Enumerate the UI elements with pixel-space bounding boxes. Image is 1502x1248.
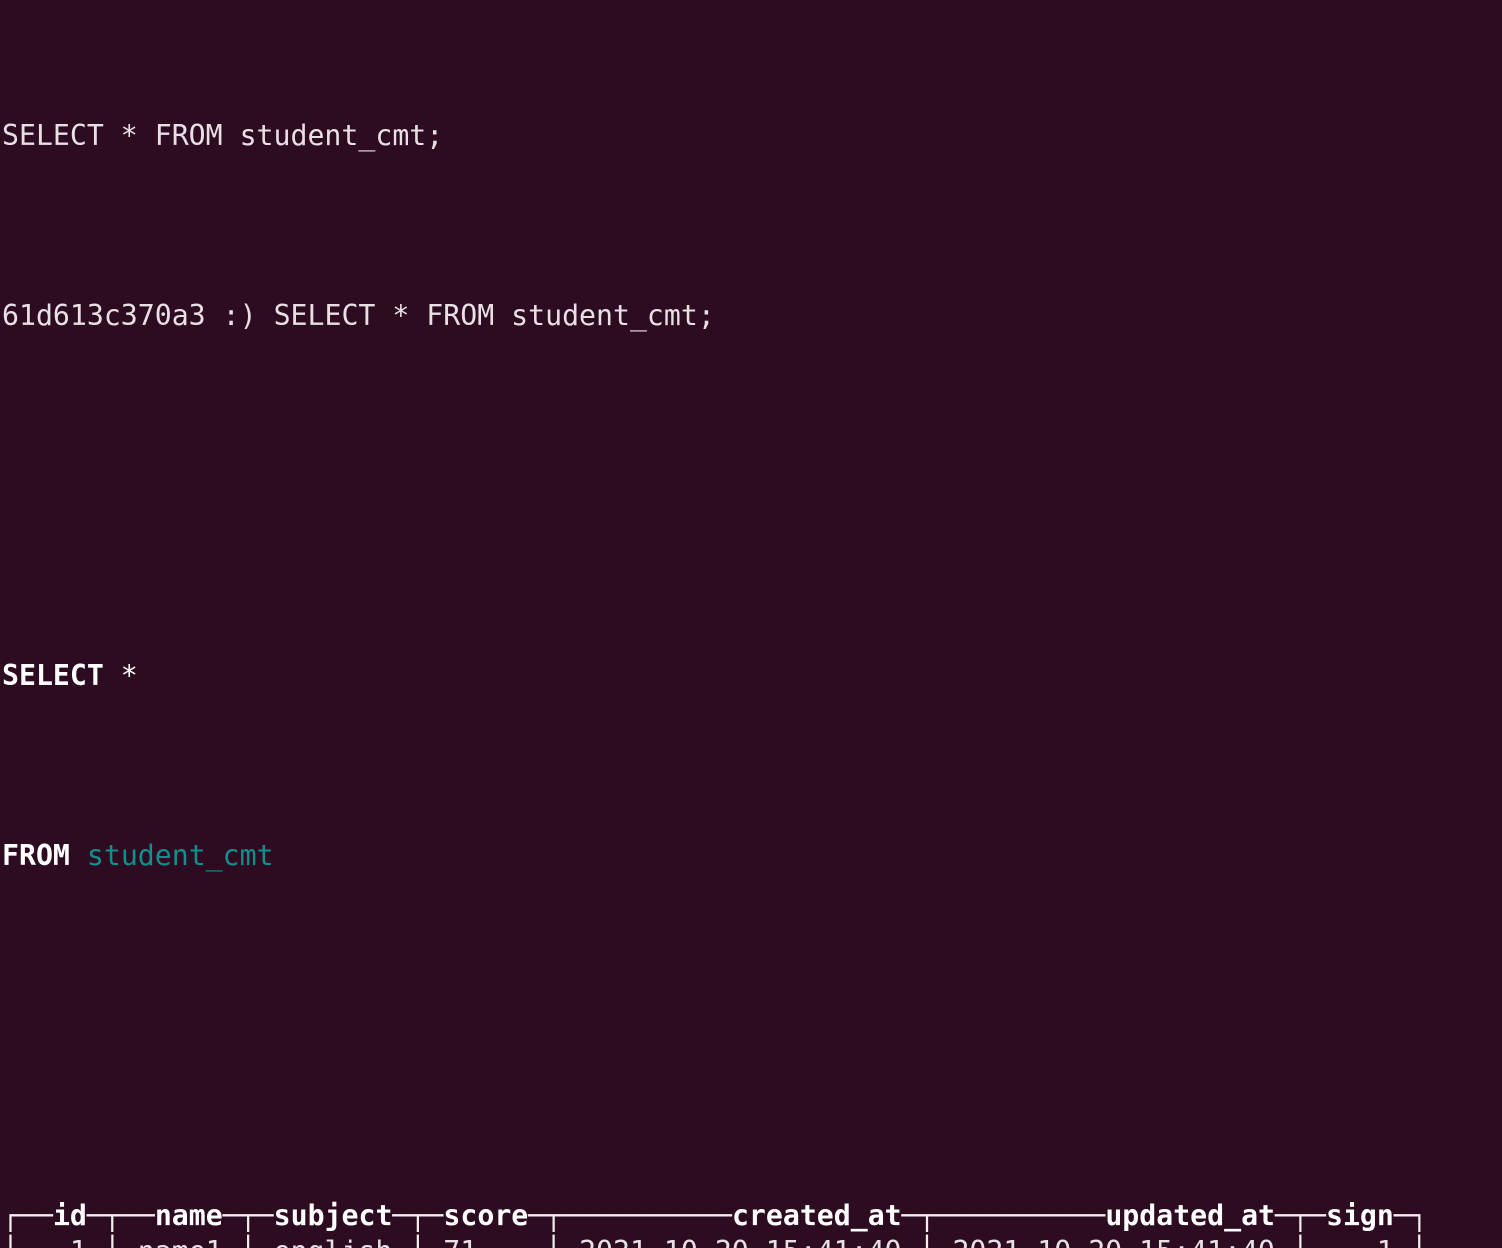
terminal-window[interactable]: SELECT * FROM student_cmt; 61d613c370a3 … — [0, 0, 1502, 1248]
border-rule: ─ — [86, 1199, 104, 1232]
border-rule: ── — [120, 1199, 155, 1232]
border-corner: ┌ — [2, 1199, 19, 1232]
border-rule: ─ — [426, 1199, 444, 1232]
cell-sign: 1 — [1309, 1235, 1411, 1248]
column-header-created_at: created_at — [731, 1199, 902, 1232]
border-vertical: │ — [104, 1235, 121, 1248]
result-table: ┌──id─┬──name─┬─subject─┬─score─┬───────… — [2, 1198, 1428, 1248]
border-rule: ─ — [392, 1199, 410, 1232]
blank-line-2 — [2, 1018, 1428, 1054]
column-header-subject: subject — [273, 1199, 393, 1232]
table-identifier: student_cmt — [86, 839, 274, 872]
border-junction: ┬ — [103, 1199, 121, 1232]
border-rule: ─ — [528, 1199, 546, 1232]
border-junction: ┬ — [918, 1199, 936, 1232]
border-vertical: │ — [919, 1235, 936, 1248]
column-header-name: name — [154, 1199, 223, 1232]
column-header-sign: sign — [1325, 1199, 1394, 1232]
border-rule: ────────── — [562, 1199, 732, 1232]
border-vertical: │ — [1411, 1235, 1428, 1248]
table-header-row: ┌──id─┬──name─┬─subject─┬─score─┬───────… — [2, 1198, 1428, 1234]
from-space — [70, 839, 87, 872]
border-vertical: │ — [240, 1235, 257, 1248]
query-echo-line-2: FROM student_cmt — [2, 838, 1428, 874]
terminal-screen: SELECT * FROM student_cmt; 61d613c370a3 … — [2, 0, 1428, 1248]
border-vertical: │ — [409, 1235, 426, 1248]
prompt-host-id: 61d613c370a3 — [2, 299, 206, 332]
cell-created_at: 2021-10-20 15:41:40 — [562, 1235, 918, 1248]
border-junction: ┐ — [1410, 1199, 1428, 1232]
keyword-select: SELECT — [2, 659, 104, 692]
border-rule: ────────── — [935, 1199, 1106, 1232]
border-vertical: │ — [1292, 1235, 1309, 1248]
column-header-updated_at: updated_at — [1105, 1199, 1276, 1232]
column-header-score: score — [443, 1199, 529, 1232]
border-rule: ─ — [901, 1199, 919, 1232]
border-junction: ┬ — [545, 1199, 563, 1232]
border-vertical: │ — [545, 1235, 562, 1248]
border-rule: ─ — [1308, 1199, 1326, 1232]
column-header-id: id — [52, 1199, 87, 1232]
blank-line-1 — [2, 478, 1428, 514]
border-rule: ─ — [222, 1199, 240, 1232]
border-rule: ─ — [256, 1199, 274, 1232]
scrolled-off-line: SELECT * FROM student_cmt; — [2, 119, 444, 152]
cell-updated_at: 2021-10-20 15:41:40 — [935, 1235, 1291, 1248]
keyword-from: FROM — [2, 839, 70, 872]
border-vertical: │ — [2, 1235, 19, 1248]
prompt-line: 61d613c370a3 :) SELECT * FROM student_cm… — [2, 298, 1428, 334]
border-rule: ─ — [1275, 1199, 1292, 1232]
prompt-space-2 — [257, 299, 274, 332]
cell-id: 1 — [19, 1235, 104, 1248]
query-echo-line-1: SELECT * — [2, 658, 1428, 694]
cell-subject: english — [257, 1235, 410, 1248]
cell-name: name1 — [121, 1235, 240, 1248]
table-row: │ 1 │ name1 │ english │ 71 │ 2021-10-20 … — [2, 1234, 1428, 1248]
cell-score: 71 — [426, 1235, 545, 1248]
border-junction: ┬ — [409, 1199, 427, 1232]
border-rule: ─ — [1393, 1199, 1411, 1232]
border-junction: ┬ — [1292, 1199, 1309, 1232]
select-star: * — [103, 659, 138, 692]
prompt-symbol: :) — [222, 299, 257, 332]
border-rule: ── — [18, 1199, 53, 1232]
border-junction: ┬ — [239, 1199, 257, 1232]
prompt-command[interactable]: SELECT * FROM student_cmt; — [274, 299, 715, 332]
